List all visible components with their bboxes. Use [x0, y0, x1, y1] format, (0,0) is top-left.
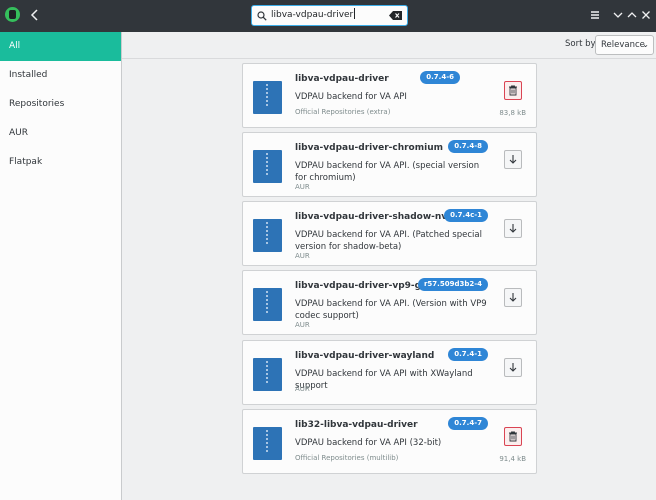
sort-select[interactable]: Relevance ⌄: [595, 35, 654, 55]
sidebar: All Installed Repositories AUR Flatpak: [0, 32, 122, 500]
package-source: AUR: [295, 252, 310, 260]
maximize-button[interactable]: [625, 8, 639, 22]
search-input[interactable]: libva-vdpau-driver: [251, 5, 408, 26]
sort-bar: Sort by Relevance ⌄: [122, 32, 656, 59]
package-icon: [253, 150, 282, 183]
clear-text-icon[interactable]: [389, 11, 402, 20]
version-badge: 0.7.4-1: [448, 348, 488, 361]
back-button[interactable]: [28, 6, 42, 24]
package-source: AUR: [295, 183, 310, 191]
sidebar-item-repositories[interactable]: Repositories: [0, 90, 121, 119]
package-source: Official Repositories (multilib): [295, 454, 399, 462]
package-description: VDPAU backend for VA API: [295, 92, 407, 102]
chevron-down-icon: ⌄: [642, 40, 649, 49]
package-card[interactable]: libva-vdpau-driver 0.7.4-6 VDPAU backend…: [242, 63, 537, 128]
close-button[interactable]: [639, 8, 653, 22]
install-button[interactable]: [504, 150, 522, 169]
package-size: 83,8 kB: [499, 109, 526, 117]
install-button[interactable]: [504, 358, 522, 377]
package-card[interactable]: libva-vdpau-driver-vp9-git r57.509d3b2-4…: [242, 270, 537, 335]
install-button[interactable]: [504, 288, 522, 307]
package-name: lib32-libva-vdpau-driver: [295, 420, 418, 430]
package-card[interactable]: lib32-libva-vdpau-driver 0.7.4-7 VDPAU b…: [242, 409, 537, 474]
package-name: libva-vdpau-driver-wayland: [295, 351, 435, 361]
package-description: VDPAU backend for VA API with XWayland s…: [295, 369, 473, 391]
sort-label: Sort by: [565, 39, 596, 49]
package-source: AUR: [295, 321, 310, 329]
search-value: libva-vdpau-driver: [271, 8, 356, 20]
maximize-icon: [627, 12, 637, 18]
hamburger-menu-icon: [591, 11, 599, 19]
close-icon: [642, 11, 650, 19]
package-card[interactable]: libva-vdpau-driver-shadow-nvidia 0.7.4c-…: [242, 201, 537, 266]
package-source: Official Repositories (extra): [295, 108, 391, 116]
package-name: libva-vdpau-driver-chromium: [295, 143, 443, 153]
package-icon: [253, 358, 282, 391]
package-name: libva-vdpau-driver: [295, 74, 389, 84]
trash-icon: [509, 431, 517, 442]
version-badge: 0.7.4-8: [448, 140, 488, 153]
hamburger-menu-button[interactable]: [588, 8, 602, 22]
sort-value: Relevance: [601, 40, 645, 50]
package-list-area: Sort by Relevance ⌄ libva-vdpau-driver 0…: [122, 32, 656, 500]
minimize-button[interactable]: [611, 8, 625, 22]
package-card[interactable]: libva-vdpau-driver-wayland 0.7.4-1 VDPAU…: [242, 340, 537, 405]
package-icon: [253, 81, 282, 114]
sidebar-item-aur[interactable]: AUR: [0, 119, 121, 148]
download-arrow-icon: [509, 155, 517, 164]
sidebar-item-installed[interactable]: Installed: [0, 61, 121, 90]
minimize-icon: [613, 12, 623, 18]
trash-icon: [509, 85, 517, 96]
package-description: VDPAU backend for VA API. (Patched speci…: [295, 230, 482, 252]
download-arrow-icon: [509, 363, 517, 372]
remove-button[interactable]: [504, 427, 522, 446]
install-button[interactable]: [504, 219, 522, 238]
package-size: 91,4 kB: [499, 455, 526, 463]
package-name: libva-vdpau-driver-shadow-nvidia: [295, 212, 466, 222]
package-icon: [253, 219, 282, 252]
package-source: AUR: [295, 385, 310, 393]
package-icon: [253, 427, 282, 460]
remove-button[interactable]: [504, 81, 522, 100]
package-description: VDPAU backend for VA API. (Version with …: [295, 299, 487, 321]
version-badge: 0.7.4-6: [420, 71, 460, 84]
sidebar-item-flatpak[interactable]: Flatpak: [0, 148, 121, 177]
package-name: libva-vdpau-driver-vp9-git: [295, 281, 429, 291]
version-badge: 0.7.4c-1: [444, 209, 488, 222]
download-arrow-icon: [509, 293, 517, 302]
pamac-logo-icon: [5, 7, 20, 22]
version-badge: r57.509d3b2-4: [417, 278, 488, 291]
package-card[interactable]: libva-vdpau-driver-chromium 0.7.4-8 VDPA…: [242, 132, 537, 197]
back-arrow-icon: [30, 9, 38, 21]
version-badge: 0.7.4-7: [448, 417, 488, 430]
package-icon: [253, 288, 282, 321]
download-arrow-icon: [509, 224, 517, 233]
package-description: VDPAU backend for VA API (32-bit): [295, 438, 442, 448]
header-bar: libva-vdpau-driver: [0, 0, 656, 32]
search-icon: [257, 11, 267, 21]
package-description: VDPAU backend for VA API. (special versi…: [295, 161, 480, 183]
sidebar-item-all[interactable]: All: [0, 32, 121, 61]
